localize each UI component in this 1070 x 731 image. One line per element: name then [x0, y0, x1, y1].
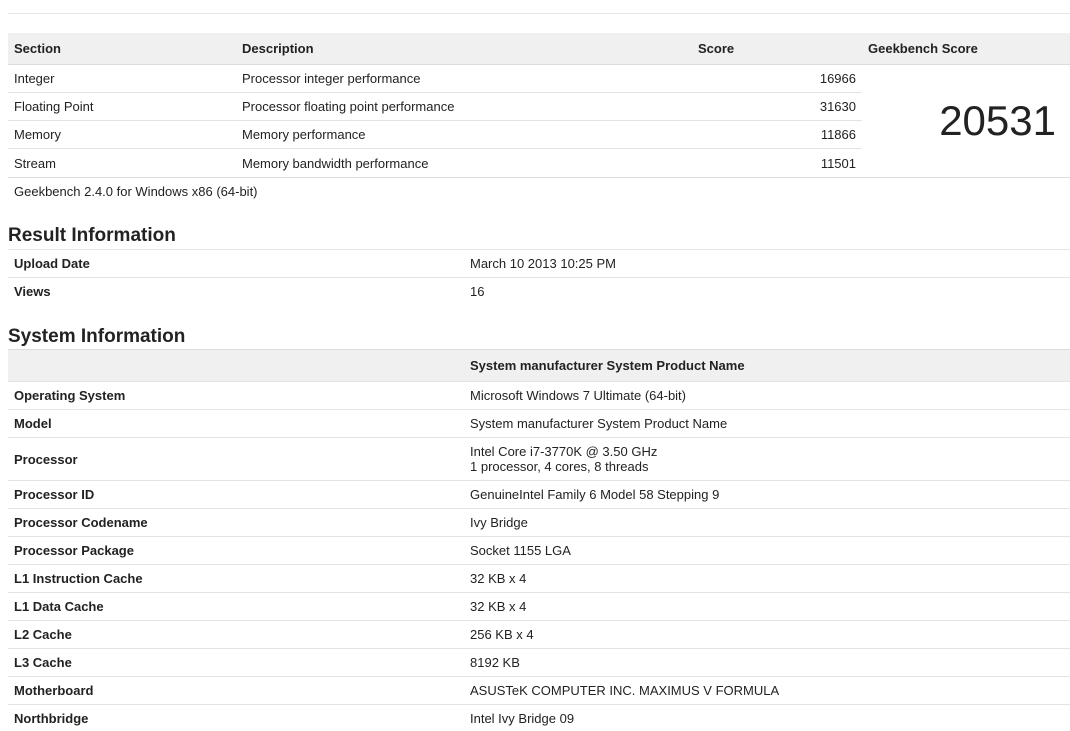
- info-value: 32 KB x 4: [470, 599, 527, 614]
- table-row: Motherboard ASUSTeK COMPUTER INC. MAXIMU…: [8, 676, 1070, 704]
- section-description: Memory bandwidth performance: [242, 155, 429, 171]
- table-row: Processor Package Socket 1155 LGA: [8, 536, 1070, 564]
- info-label: Operating System: [14, 388, 126, 403]
- table-row: Operating System Microsoft Windows 7 Ult…: [8, 381, 1070, 409]
- section-description: Processor integer performance: [242, 71, 421, 86]
- processor-model: Intel Core i7-3770K @ 3.50 GHz: [470, 444, 658, 459]
- section-score: 11866: [820, 127, 856, 142]
- info-label: Processor: [14, 451, 78, 467]
- section-score: 11501: [820, 155, 856, 171]
- info-value: Socket 1155 LGA: [470, 543, 571, 558]
- score-table: Section Description Score Geekbench Scor…: [8, 33, 1070, 205]
- section-score: 16966: [819, 71, 856, 86]
- table-row: Processor ID GenuineIntel Family 6 Model…: [8, 480, 1070, 508]
- table-row: Processor Codename Ivy Bridge: [8, 508, 1070, 536]
- header-score: Score: [698, 41, 735, 56]
- result-information-title: Result Information: [8, 225, 176, 246]
- table-row: L2 Cache 256 KB x 4: [8, 620, 1070, 648]
- section-description: Processor floating point performance: [242, 99, 455, 114]
- table-row: Integer Processor integer performance 16…: [8, 65, 862, 93]
- table-row: Stream Memory bandwidth performance 1150…: [8, 149, 862, 177]
- system-table-header: System manufacturer System Product Name: [8, 349, 1070, 381]
- geekbench-total-score: 20531: [939, 97, 1056, 144]
- info-label: Processor Codename: [14, 515, 148, 530]
- info-value: Microsoft Windows 7 Ultimate (64-bit): [470, 388, 686, 403]
- section-name: Integer: [14, 71, 55, 86]
- info-value: Intel Core i7-3770K @ 3.50 GHz 1 process…: [464, 444, 1070, 474]
- processor-topology: 1 processor, 4 cores, 8 threads: [470, 459, 649, 474]
- table-row: Views 16: [8, 277, 1070, 305]
- table-row: Floating Point Processor floating point …: [8, 93, 862, 121]
- info-value: GenuineIntel Family 6 Model 58 Stepping …: [470, 487, 720, 502]
- info-label: Model: [14, 416, 52, 431]
- info-value: 32 KB x 4: [470, 571, 527, 586]
- section-name: Memory: [14, 127, 61, 142]
- system-information-title: System Information: [8, 326, 186, 347]
- top-divider: [8, 13, 1070, 14]
- info-value: Intel Ivy Bridge 09: [470, 711, 575, 726]
- system-information-table: System manufacturer System Product Name …: [8, 349, 1070, 731]
- table-row: Model System manufacturer System Product…: [8, 409, 1070, 437]
- info-value: 16: [470, 284, 485, 299]
- info-label: L1 Data Cache: [14, 599, 104, 614]
- info-label: L1 Instruction Cache: [14, 571, 143, 586]
- info-value: 8192 KB: [470, 655, 520, 670]
- info-label: Processor ID: [14, 487, 95, 502]
- info-label: Motherboard: [14, 683, 94, 698]
- table-row: Upload Date March 10 2013 10:25 PM: [8, 249, 1070, 277]
- header-section: Section: [14, 41, 61, 56]
- system-header-value: System manufacturer System Product Name: [470, 358, 745, 373]
- table-row: L3 Cache 8192 KB: [8, 648, 1070, 676]
- info-label: Views: [14, 284, 51, 299]
- header-geekbench-score: Geekbench Score: [868, 41, 978, 56]
- info-label: Processor Package: [14, 543, 134, 558]
- section-name: Stream: [14, 155, 56, 171]
- table-row: L1 Instruction Cache 32 KB x 4: [8, 564, 1070, 592]
- section-score: 31630: [819, 99, 856, 114]
- info-label: Upload Date: [14, 256, 90, 271]
- info-value: Ivy Bridge: [470, 515, 528, 530]
- info-value: March 10 2013 10:25 PM: [470, 256, 616, 271]
- info-label: L2 Cache: [14, 627, 72, 642]
- score-table-header: Section Description Score Geekbench Scor…: [8, 33, 1070, 65]
- result-information-table: Upload Date March 10 2013 10:25 PM Views…: [8, 249, 1070, 305]
- info-value: System manufacturer System Product Name: [470, 416, 728, 431]
- info-value: ASUSTeK COMPUTER INC. MAXIMUS V FORMULA: [470, 683, 780, 698]
- info-label: Northbridge: [14, 711, 89, 726]
- geekbench-version: Geekbench 2.4.0 for Windows x86 (64-bit): [8, 177, 1070, 205]
- table-row: Northbridge Intel Ivy Bridge 09: [8, 704, 1070, 731]
- info-label: L3 Cache: [14, 655, 72, 670]
- table-row: Memory Memory performance 11866: [8, 121, 862, 149]
- table-row: L1 Data Cache 32 KB x 4: [8, 592, 1070, 620]
- table-row: Processor Intel Core i7-3770K @ 3.50 GHz…: [8, 437, 1070, 480]
- score-table-body: Integer Processor integer performance 16…: [8, 65, 1070, 177]
- info-value: 256 KB x 4: [470, 627, 534, 642]
- header-description: Description: [242, 41, 314, 56]
- section-description: Memory performance: [242, 127, 366, 142]
- section-name: Floating Point: [14, 99, 94, 114]
